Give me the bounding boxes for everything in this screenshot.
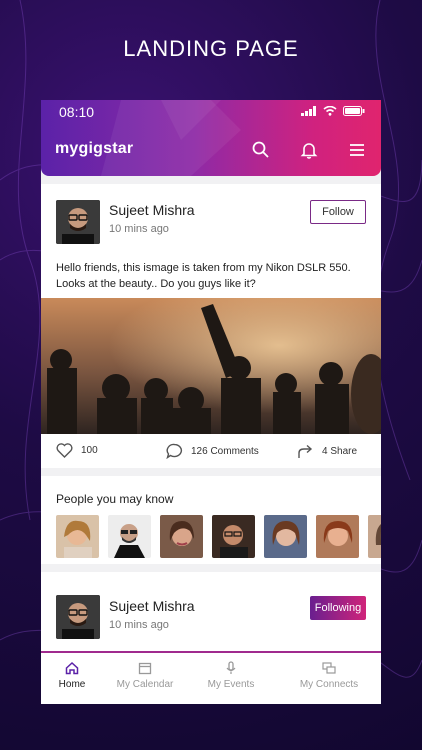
post-time: 10 mins ago [109,619,169,631]
share-action[interactable]: 4 Share [297,443,357,459]
microphone-icon [226,661,236,674]
like-action[interactable]: 100 [56,443,98,458]
status-time: 08:10 [59,104,95,120]
person-avatar[interactable] [368,515,381,558]
author-name[interactable]: Sujeet Mishra [109,202,195,218]
app-logo[interactable]: mygigstar [55,140,133,158]
comment-count: 126 Comments [191,445,259,457]
person-avatar[interactable] [160,515,203,558]
post-card: Sujeet Mishra 10 mins ago Follow Hello f… [41,184,381,468]
like-count: 100 [81,445,98,456]
post-actions: 100 126 Comments 4 Share [41,434,381,468]
tab-label: My Calendar [116,679,174,690]
author-avatar[interactable] [56,595,100,639]
post-card: Sujeet Mishra 10 mins ago Following [41,572,381,652]
person-avatar[interactable] [56,515,99,558]
people-list [56,515,381,558]
author-name[interactable]: Sujeet Mishra [109,598,195,614]
signal-icon [301,106,316,116]
bell-icon[interactable] [299,140,319,160]
calendar-icon [138,662,152,675]
tab-label: My Events [207,679,255,690]
tab-my-events[interactable]: My Events [201,661,261,690]
person-avatar[interactable] [264,515,307,558]
heart-icon [56,443,73,458]
chat-icon [322,662,336,674]
tab-label: Home [58,679,86,690]
battery-icon [343,106,365,116]
person-avatar[interactable] [108,515,151,558]
header-actions [251,140,367,160]
home-icon [65,661,79,675]
people-you-may-know: People you may know [41,476,381,564]
tab-my-calendar[interactable]: My Calendar [113,661,177,690]
page-label: LANDING PAGE [123,36,299,61]
comment-icon [166,443,183,459]
person-avatar[interactable] [212,515,255,558]
tab-home[interactable]: Home [51,661,93,690]
bottom-tab-bar: Home My Calendar My Events My Connects [41,651,381,704]
wifi-icon [323,106,337,116]
tab-my-connects[interactable]: My Connects [293,661,365,690]
phone-screen: 08:10 mygigstar Sujeet Mishra 10 mins ag… [41,100,381,704]
share-count: 4 Share [322,445,358,457]
tab-label: My Connects [299,679,359,690]
section-title: People you may know [56,492,174,506]
post-time: 10 mins ago [109,223,169,235]
person-avatar[interactable] [316,515,359,558]
menu-icon[interactable] [347,140,367,160]
following-button[interactable]: Following [310,596,366,620]
app-header: 08:10 mygigstar [41,100,381,176]
post-text: Hello friends, this ismage is taken from… [56,262,351,290]
status-icons [301,106,365,116]
author-avatar[interactable] [56,200,100,244]
share-icon [298,444,313,458]
search-icon[interactable] [251,140,271,160]
follow-button[interactable]: Follow [310,200,366,224]
comment-action[interactable]: 126 Comments [166,443,259,459]
post-image[interactable] [41,298,381,434]
